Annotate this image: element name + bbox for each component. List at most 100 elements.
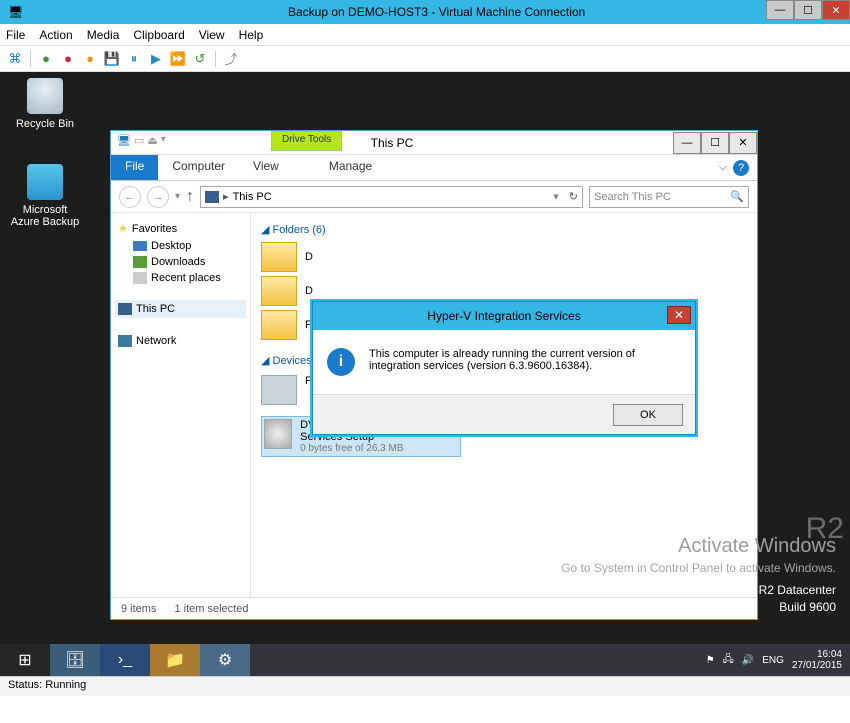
breadcrumb-separator: ▸ <box>223 190 229 203</box>
folders-section-header[interactable]: ◢ Folders (6) <box>261 223 747 236</box>
pause-icon[interactable]: ⏸ <box>125 50 143 68</box>
menu-action[interactable]: Action <box>39 28 72 42</box>
back-button[interactable]: ← <box>119 186 141 208</box>
explorer-minimize-button[interactable]: — <box>673 132 701 154</box>
pc-icon <box>205 191 219 203</box>
props-mini-icon[interactable]: ▭ <box>134 134 144 147</box>
pc-icon <box>118 303 132 315</box>
menu-clipboard[interactable]: Clipboard <box>133 28 184 42</box>
favorites-header[interactable]: ★Favorites <box>115 219 246 238</box>
close-button[interactable]: ✕ <box>822 0 850 20</box>
checkpoint-icon[interactable]: ⏩ <box>169 50 187 68</box>
vmc-window-controls: — ☐ ✕ <box>766 0 850 20</box>
revert-icon[interactable]: ↺ <box>191 50 209 68</box>
tray-flag-icon[interactable]: ⚑ <box>706 655 715 666</box>
save-icon[interactable]: 💾 <box>103 50 121 68</box>
powershell-button[interactable]: ›_ <box>100 644 150 676</box>
explorer-close-button[interactable]: ✕ <box>729 132 757 154</box>
computer-tab[interactable]: Computer <box>158 155 239 180</box>
ok-button[interactable]: OK <box>613 404 683 426</box>
vmc-icon: 🖥 <box>8 5 23 19</box>
nav-downloads[interactable]: Downloads <box>115 254 246 270</box>
system-tray: ⚑ 🖧 🔊 ENG 16:04 27/01/2015 <box>706 644 850 676</box>
menu-media[interactable]: Media <box>87 28 120 42</box>
menu-help[interactable]: Help <box>239 28 264 42</box>
dialog-close-button[interactable]: ✕ <box>667 306 691 324</box>
search-icon: 🔍 <box>730 190 744 203</box>
file-tab[interactable]: File <box>111 155 158 180</box>
azure-icon <box>27 164 63 200</box>
maximize-button[interactable]: ☐ <box>794 0 822 20</box>
favorites-group: ★Favorites Desktop Downloads Recent plac… <box>115 219 246 286</box>
explorer-maximize-button[interactable]: ☐ <box>701 132 729 154</box>
address-bar[interactable]: ▸ This PC ▾ ↻ <box>200 186 583 208</box>
search-placeholder: Search This PC <box>594 191 671 203</box>
explorer-taskbar-button[interactable]: 📁 <box>150 644 200 676</box>
clock-date: 27/01/2015 <box>792 660 842 671</box>
tray-sound-icon[interactable]: 🔊 <box>742 655 754 666</box>
explorer-titlebar: 🖥 ▭ ⏏ ▾ Drive Tools This PC — ☐ ✕ <box>111 131 757 155</box>
nav-this-pc[interactable]: This PC <box>115 300 246 318</box>
eject-mini-icon[interactable]: ⏏ <box>147 134 157 147</box>
address-dropdown-icon[interactable]: ▾ <box>553 190 559 203</box>
dialog-footer: OK <box>313 394 695 434</box>
integration-services-dialog: Hyper-V Integration Services ✕ i This co… <box>312 301 696 435</box>
drive-tools-context-tab[interactable]: Drive Tools <box>271 131 342 151</box>
manage-tab[interactable]: Manage <box>315 155 386 180</box>
folder-icon <box>261 276 297 306</box>
network-group: Network <box>115 332 246 350</box>
up-button[interactable]: ↑ <box>186 188 194 206</box>
menu-view[interactable]: View <box>199 28 225 42</box>
dialog-body: i This computer is already running the c… <box>313 330 695 394</box>
thispc-group: This PC <box>115 300 246 318</box>
shutdown-icon[interactable]: ● <box>81 50 99 68</box>
recycle-bin-label: Recycle Bin <box>10 118 80 130</box>
tray-network-icon[interactable]: 🖧 <box>723 652 734 669</box>
clock[interactable]: 16:04 27/01/2015 <box>792 649 842 671</box>
share-icon[interactable]: ⤴ <box>222 50 240 68</box>
nav-network[interactable]: Network <box>115 332 246 350</box>
vmc-status-bar: Status: Running <box>0 676 850 696</box>
breadcrumb-text[interactable]: This PC <box>233 191 272 203</box>
vmc-title-text: Backup on DEMO-HOST3 - Virtual Machine C… <box>23 5 850 19</box>
integration-services-taskbar-button[interactable]: ⚙ <box>200 644 250 676</box>
history-dropdown-icon[interactable]: ▾ <box>175 191 180 202</box>
minimize-button[interactable]: — <box>766 0 794 20</box>
status-selected: 1 item selected <box>174 603 248 615</box>
start-button[interactable]: ⊞ <box>0 644 50 676</box>
expand-ribbon-icon[interactable]: ⌵ <box>719 161 727 174</box>
downloads-icon <box>133 256 147 268</box>
vmc-toolbar: ⌘ ● ● ● 💾 ⏸ ▶ ⏩ ↺ ⤴ <box>0 46 850 72</box>
address-bar-row: ← → ▾ ↑ ▸ This PC ▾ ↻ Search This PC 🔍 <box>111 181 757 213</box>
recycle-bin[interactable]: Recycle Bin <box>10 78 80 130</box>
language-indicator[interactable]: ENG <box>762 655 784 666</box>
azure-backup-shortcut[interactable]: Microsoft Azure Backup <box>10 164 80 228</box>
activation-watermark: Activate Windows Go to System in Control… <box>561 532 836 616</box>
recent-icon <box>133 272 147 284</box>
nav-recent[interactable]: Recent places <box>115 270 246 286</box>
ribbon-tabs: File Computer View Manage ⌵ ? <box>111 155 757 181</box>
network-icon <box>118 335 132 347</box>
dialog-title-bar: Hyper-V Integration Services ✕ <box>313 302 695 330</box>
explorer-title: This PC <box>111 136 673 150</box>
view-tab[interactable]: View <box>239 155 293 180</box>
taskbar-left: ⊞ 🗄 ›_ 📁 ⚙ <box>0 644 250 676</box>
refresh-icon[interactable]: ↻ <box>569 190 578 203</box>
desktop-icon <box>133 241 147 251</box>
activate-text: Activate Windows <box>561 532 836 560</box>
separator <box>215 51 216 67</box>
qa-dropdown-icon[interactable]: ▾ <box>161 134 166 147</box>
forward-button[interactable]: → <box>147 186 169 208</box>
turnoff-icon[interactable]: ● <box>59 50 77 68</box>
ribbon-right: ⌵ ? <box>719 155 757 180</box>
folder-item[interactable]: D <box>261 242 747 272</box>
nav-desktop[interactable]: Desktop <box>115 238 246 254</box>
search-box[interactable]: Search This PC 🔍 <box>589 186 749 208</box>
help-icon[interactable]: ? <box>733 160 749 176</box>
status-item-count: 9 items <box>121 603 156 615</box>
server-manager-button[interactable]: 🗄 <box>50 644 100 676</box>
start-icon[interactable]: ● <box>37 50 55 68</box>
menu-file[interactable]: File <box>6 28 25 42</box>
reset-icon[interactable]: ▶ <box>147 50 165 68</box>
ctrl-alt-del-icon[interactable]: ⌘ <box>6 50 24 68</box>
